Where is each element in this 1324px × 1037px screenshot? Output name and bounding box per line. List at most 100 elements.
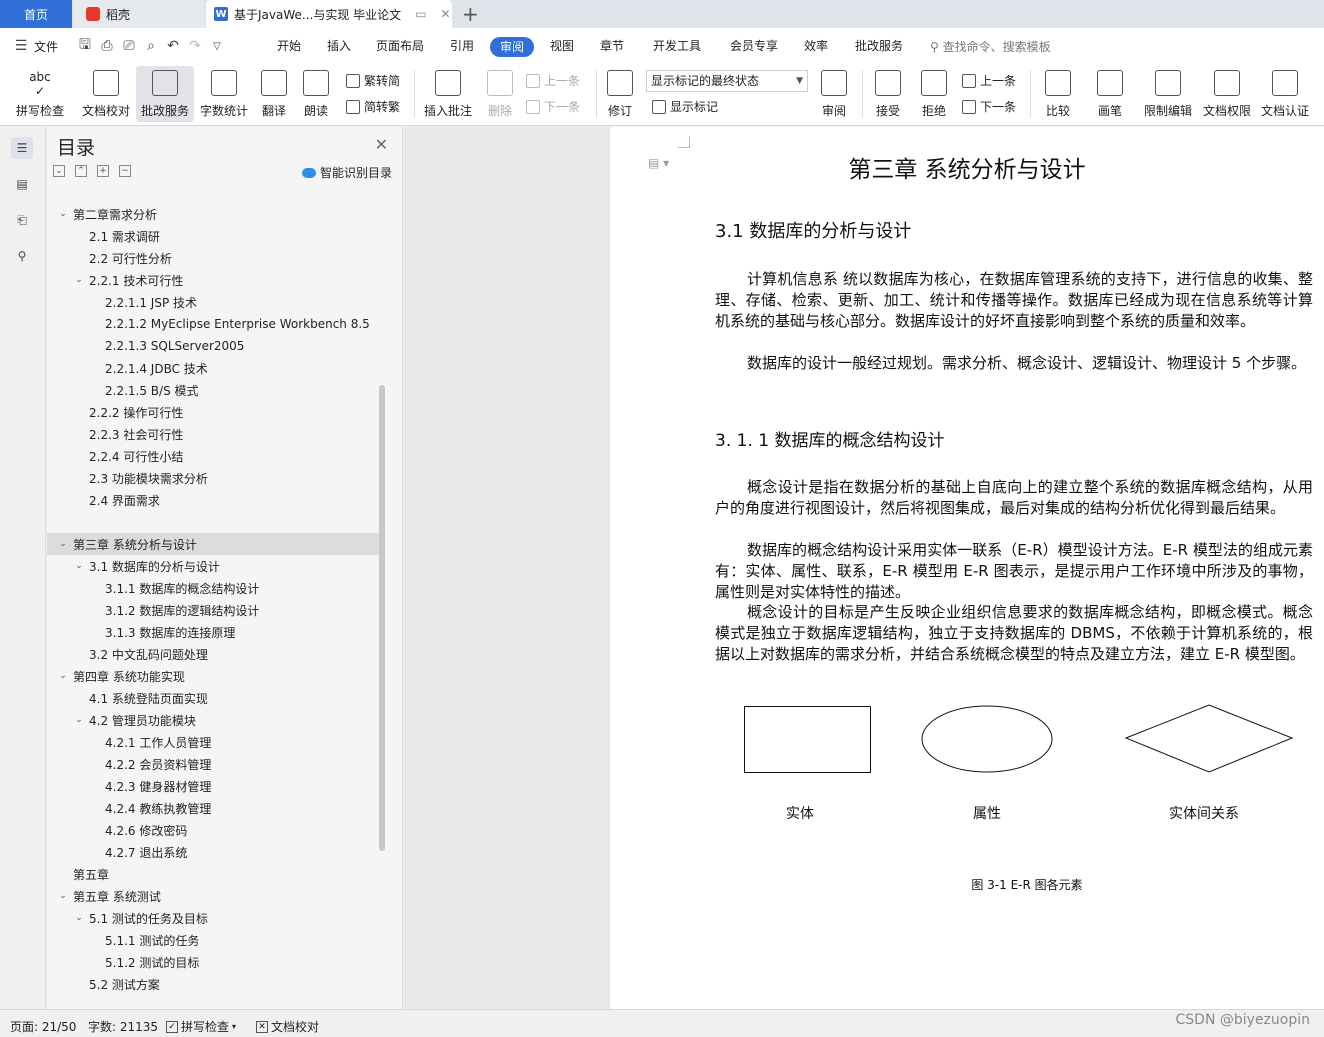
toc-item[interactable]: ⌄ 第二章需求分析 xyxy=(47,203,379,225)
toc-icon[interactable]: ☰ xyxy=(11,137,33,159)
toc-item[interactable]: 4.2.2 会员资料管理 xyxy=(47,753,379,775)
hamburger-icon[interactable]: ☰ xyxy=(12,37,30,55)
simp-to-trad-button[interactable]: 简转繁 xyxy=(346,98,400,115)
prev-change-button[interactable]: 上一条 xyxy=(962,72,1016,89)
toc-item[interactable]: 2.2.1.2 MyEclipse Enterprise Workbench 8… xyxy=(47,313,379,335)
toc-item[interactable]: 5.1.1 测试的任务 xyxy=(47,929,379,951)
toc-item[interactable]: 4.2.6 修改密码 xyxy=(47,819,379,841)
delete-comment-button[interactable]: 删除 xyxy=(480,66,520,122)
menu-member[interactable]: 会员专享 xyxy=(730,37,778,54)
command-search[interactable]: ⚲ 查找命令、搜索模板 xyxy=(930,38,1051,55)
toc-item[interactable]: ⌄ 第四章 系统功能实现 xyxy=(47,665,379,687)
menu-review[interactable]: 审阅 xyxy=(490,37,534,57)
smart-toc-button[interactable]: 智能识别目录 xyxy=(301,164,392,181)
compare-button[interactable]: 比较 xyxy=(1036,66,1080,122)
undo-icon[interactable]: ↶ xyxy=(164,37,182,55)
correction-service-button[interactable]: 批改服务 xyxy=(136,66,194,122)
toc-item[interactable]: 2.4 界面需求 xyxy=(47,489,379,511)
next-change-button[interactable]: 下一条 xyxy=(962,98,1016,115)
toc-item[interactable]: ⌄ 2.2.1 技术可行性 xyxy=(47,269,379,291)
tab-document[interactable]: W 基于JavaWe...与实现 毕业论文 ▭ ✕ xyxy=(206,0,452,28)
restrict-editing-button[interactable]: 限制编辑 xyxy=(1140,66,1196,122)
document-permission-button[interactable]: 文档权限 xyxy=(1200,66,1254,122)
chevron-down-icon[interactable]: ⌄ xyxy=(57,209,69,219)
toc-item[interactable]: ⌄ 4.2 管理员功能模块 xyxy=(47,709,379,731)
expand-icon[interactable]: ⌃ xyxy=(75,165,87,177)
toc-item[interactable]: 3.1.1 数据库的概念结构设计 xyxy=(47,577,379,599)
collapse-icon[interactable]: ⌄ xyxy=(53,165,65,177)
menu-correction[interactable]: 批改服务 xyxy=(855,37,903,54)
chapter-icon[interactable]: ▤ xyxy=(11,173,33,195)
read-aloud-button[interactable]: 朗读 xyxy=(298,66,334,122)
pen-button[interactable]: 画笔 xyxy=(1090,66,1130,122)
toc-item[interactable]: 2.2.1.3 SQLServer2005 xyxy=(47,335,379,357)
toc-item[interactable]: 3.1.3 数据库的连接原理 xyxy=(47,621,379,643)
show-markup-button[interactable]: 显示标记 xyxy=(652,98,718,115)
toc-item[interactable]: 2.2.3 社会可行性 xyxy=(47,423,379,445)
reject-button[interactable]: 拒绝 xyxy=(914,66,954,122)
menu-file[interactable]: 文件 xyxy=(34,38,58,55)
chevron-down-icon[interactable]: ⌄ xyxy=(73,715,85,725)
scrollbar-thumb[interactable] xyxy=(379,385,385,851)
word-count-button[interactable]: 字数统计 xyxy=(196,66,252,122)
menu-insert[interactable]: 插入 xyxy=(327,37,351,54)
proofread-button[interactable]: 文档校对 xyxy=(78,66,134,122)
tab-daoke[interactable]: 稻壳 xyxy=(74,0,204,28)
toc-item[interactable]: 4.2.3 健身器材管理 xyxy=(47,775,379,797)
toc-item[interactable]: 2.2.2 操作可行性 xyxy=(47,401,379,423)
toc-item[interactable]: 2.2.1.5 B/S 模式 xyxy=(47,379,379,401)
markup-state-select[interactable]: 显示标记的最终状态 ▼ xyxy=(646,70,808,92)
toc-item[interactable]: ⌄ 5.1 测试的任务及目标 xyxy=(47,907,379,929)
new-tab-icon[interactable]: + xyxy=(462,2,479,26)
toc-item[interactable]: ⌄ 3.1 数据库的分析与设计 xyxy=(47,555,379,577)
window-icon[interactable]: ▭ xyxy=(415,7,426,21)
page-indicator[interactable]: 页面: 21/50 xyxy=(10,1018,76,1035)
toc-item[interactable]: 4.1 系统登陆页面实现 xyxy=(47,687,379,709)
status-spell-check[interactable]: ✓ 拼写检查 ▾ xyxy=(166,1018,236,1035)
toc-item[interactable]: ⌄ 第五章 系统测试 xyxy=(47,885,379,907)
menu-chapter[interactable]: 章节 xyxy=(600,37,624,54)
toc-item[interactable]: 2.3 功能模块需求分析 xyxy=(47,467,379,489)
track-changes-button[interactable]: 修订 xyxy=(600,66,640,122)
prev-comment-button[interactable]: 上一条 xyxy=(526,72,580,89)
toc-item[interactable]: 4.2.4 教练执教管理 xyxy=(47,797,379,819)
chevron-down-icon[interactable]: ⌄ xyxy=(73,275,85,285)
insert-comment-button[interactable]: 插入批注 xyxy=(420,66,476,122)
toc-item[interactable]: 2.2.1.1 JSP 技术 xyxy=(47,291,379,313)
trad-to-simp-button[interactable]: 繁转简 xyxy=(346,72,400,89)
toc-item[interactable]: 2.1 需求调研 xyxy=(47,225,379,247)
chevron-down-icon[interactable]: ⌄ xyxy=(57,539,69,549)
translate-button[interactable]: 翻译 xyxy=(254,66,294,122)
toc-item[interactable]: ⌄ 第三章 系统分析与设计 xyxy=(47,533,379,555)
next-comment-button[interactable]: 下一条 xyxy=(526,98,580,115)
chevron-down-icon[interactable]: ⌄ xyxy=(57,891,69,901)
menu-start[interactable]: 开始 xyxy=(277,37,301,54)
document-certify-button[interactable]: 文档认证 xyxy=(1258,66,1312,122)
toc-item[interactable]: 2.2.1.4 JDBC 技术 xyxy=(47,357,379,379)
toc-item[interactable]: 3.1.2 数据库的逻辑结构设计 xyxy=(47,599,379,621)
toc-item[interactable]: 3.2 中文乱码问题处理 xyxy=(47,643,379,665)
toc-item[interactable]: 2.2.4 可行性小结 xyxy=(47,445,379,467)
chevron-down-icon[interactable]: ⌄ xyxy=(73,561,85,571)
close-icon[interactable]: ✕ xyxy=(375,135,388,154)
menu-efficiency[interactable]: 效率 xyxy=(804,37,828,54)
review-pane-button[interactable]: 审阅 xyxy=(814,66,854,122)
menu-reference[interactable]: 引用 xyxy=(450,37,474,54)
toc-item[interactable]: 5.1.2 测试的目标 xyxy=(47,951,379,973)
search-icon[interactable]: ⚲ xyxy=(11,245,33,267)
close-icon[interactable]: ✕ xyxy=(441,7,451,21)
more-icon[interactable]: ▽ xyxy=(208,37,226,55)
menu-layout[interactable]: 页面布局 xyxy=(376,37,424,54)
add-icon[interactable]: + xyxy=(97,165,109,177)
toc-item[interactable] xyxy=(47,511,379,533)
export-icon[interactable]: ⎙ xyxy=(98,37,116,55)
toc-item[interactable]: 2.2 可行性分析 xyxy=(47,247,379,269)
preview-icon[interactable]: ⌕ xyxy=(142,37,160,55)
toc-item[interactable]: 第五章 xyxy=(47,863,379,885)
redo-icon[interactable]: ↷ xyxy=(186,37,204,55)
menu-view[interactable]: 视图 xyxy=(550,37,574,54)
tab-home[interactable]: 首页 xyxy=(0,0,72,28)
chevron-down-icon[interactable]: ⌄ xyxy=(57,671,69,681)
toc-item[interactable]: 4.2.7 退出系统 xyxy=(47,841,379,863)
chevron-down-icon[interactable]: ⌄ xyxy=(73,913,85,923)
